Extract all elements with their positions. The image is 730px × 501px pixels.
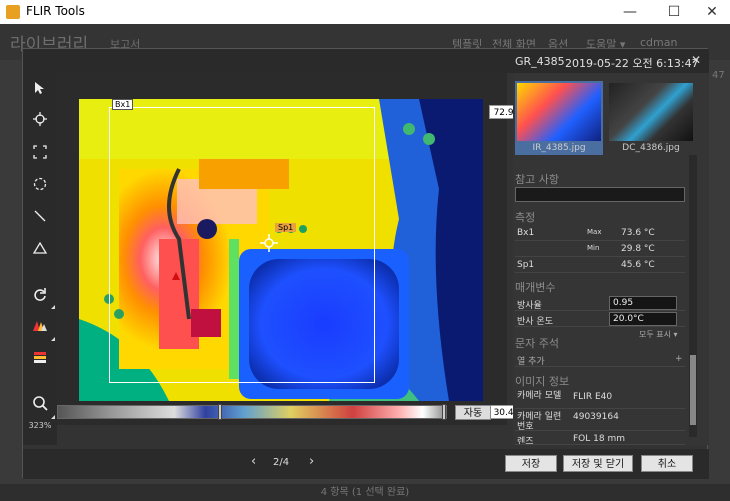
auto-adjust-button[interactable]: 자동 [455,405,491,420]
spot-crosshair-icon[interactable] [259,233,279,253]
box-tool[interactable] [23,141,57,169]
box-label: Bx1 [112,99,134,110]
plus-icon: + [675,354,683,364]
measurement-row: Sp1 45.6 °C [515,257,685,273]
add-column-row[interactable]: 열 추가 + [515,351,685,367]
info-row: 카메라 모델 FLIR E40 [515,389,685,409]
palette-max-handle[interactable] [442,404,446,420]
arrow-cursor-icon [35,82,44,94]
parameters-heading: 매개변수 [515,281,556,294]
scrollbar-thumb[interactable] [690,355,696,425]
color-scale-tool[interactable] [23,347,57,375]
notes-heading: 참고 사항 [515,173,559,186]
page-indicator: 2/4 [273,457,290,468]
delta-tool[interactable] [23,237,57,265]
info-row: 카메라 일련 번호 49039164 [515,409,685,432]
maximize-button[interactable]: ☐ [654,0,694,24]
dc-thumbnail-image [609,83,693,141]
thumbnail-dc[interactable]: DC_4386.jpg [607,81,695,155]
image-editor-dialog: GR_4385 2019-05-22 오전 6:13:47 ✕ 323% Bx1… [22,48,709,479]
thumbnail-caption: IR_4385.jpg [532,143,586,153]
zoom-tool[interactable] [23,393,57,421]
notes-input[interactable] [515,187,685,202]
measurement-row: Min 29.8 °C [515,241,685,257]
spot-label: Sp1 [275,223,297,232]
thumbnail-caption: DC_4386.jpg [622,143,680,153]
color-scale-icon [34,352,46,363]
close-window-button[interactable]: ✕ [692,0,730,24]
zoom-level: 323% [28,421,52,430]
submenu-corner-icon [51,305,55,309]
image-datetime: 2019-05-22 오전 6:13:47 [565,57,699,70]
rotate-icon [34,288,46,301]
emissivity-field[interactable]: 0.95 [609,296,677,310]
image-viewer: Bx1 Sp1 72.9°C 30.4°C 자동 [57,73,529,425]
palette-tool[interactable] [23,315,57,343]
rotate-tool[interactable] [23,283,57,311]
circle-area-icon [33,177,47,191]
magnifier-icon [33,396,48,411]
title-bar: FLIR Tools — ☐ ✕ [0,0,730,24]
delta-triangle-icon [32,241,48,254]
background-count: 47 [712,70,725,81]
crosshair-icon [33,112,47,126]
save-button[interactable]: 저장 [505,455,557,472]
box-measurement-bx1[interactable] [109,107,375,383]
info-side-panel: IR_4385.jpg DC_4386.jpg 참고 사항 측정 Bx1 Max… [513,73,709,445]
submenu-corner-icon [51,415,55,419]
palette-level-slider[interactable] [57,404,447,420]
thumbnail-ir[interactable]: IR_4385.jpg [515,81,603,155]
next-image-button[interactable]: › [309,454,314,469]
dialog-footer: ‹ 2/4 › 저장 저장 및 닫기 취소 [23,449,709,479]
ir-thumbnail-image [517,83,601,141]
reflected-temp-field[interactable]: 20.0°C [609,312,677,326]
previous-image-button[interactable]: ‹ [251,454,256,469]
spot-tool[interactable] [23,109,57,137]
dialog-header: GR_4385 2019-05-22 오전 6:13:47 ✕ [23,49,709,73]
close-dialog-icon[interactable]: ✕ [691,53,701,67]
minimize-button[interactable]: — [610,0,650,24]
measurement-toolbar: 323% [23,73,57,445]
text-annotation-heading: 문자 주석 [515,337,559,350]
max-temp-marker-icon [172,272,180,280]
image-info-heading: 이미지 정보 [515,375,570,388]
flir-tools-window: FLIR Tools — ☐ ✕ 라이브러리 보고서 템플릿 전체 화면 옵션 … [0,0,730,501]
background-status: 4 항목 (1 선택 완료) [0,484,730,501]
select-cursor-tool[interactable] [23,77,57,105]
thermal-image[interactable]: Bx1 Sp1 [79,99,483,401]
submenu-corner-icon [51,337,55,341]
box-area-icon [33,145,47,159]
circle-tool[interactable] [23,173,57,201]
color-palette-icon [33,321,47,331]
line-icon [34,210,46,222]
measurement-row: Bx1 Max 73.6 °C [515,225,685,241]
cancel-button[interactable]: 취소 [641,455,693,472]
flir-app-icon [6,5,20,19]
image-filename: GR_4385 [515,55,565,68]
save-and-close-button[interactable]: 저장 및 닫기 [563,455,633,472]
info-row: 렌즈 FOL 18 mm [515,431,685,445]
measurement-heading: 측정 [515,211,536,224]
app-title: FLIR Tools [26,4,85,18]
palette-min-handle[interactable] [218,404,222,420]
line-tool[interactable] [23,205,57,233]
side-panel-scrollbar[interactable] [689,155,697,437]
